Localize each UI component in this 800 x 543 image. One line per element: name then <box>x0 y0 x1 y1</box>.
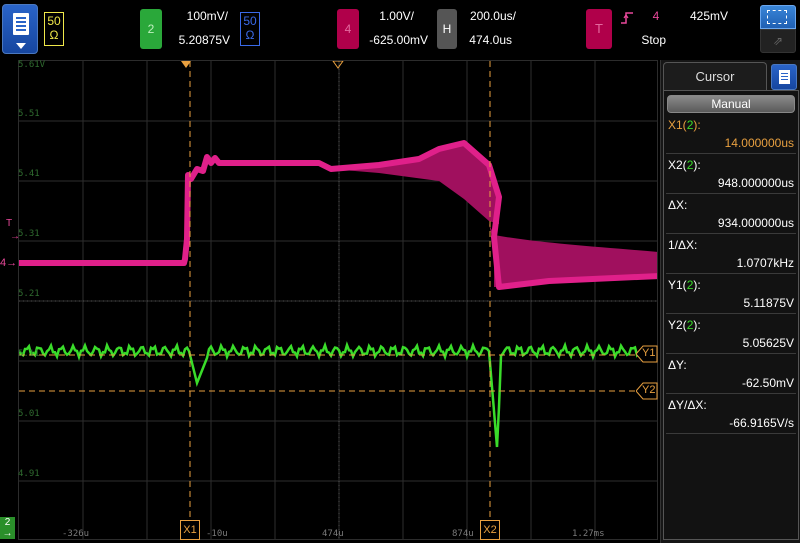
draw-gesture-icon[interactable]: ⇗ <box>760 29 796 53</box>
scale-label: 5.21 <box>18 289 40 299</box>
x1-value[interactable]: 14.000000us <box>725 135 794 151</box>
cursor-y1-tag[interactable]: Y1 <box>635 345 658 368</box>
scale-label: 5.61V <box>18 60 46 70</box>
time-label: 474u <box>322 529 344 539</box>
ch2-offset[interactable]: 5.20875V <box>164 30 230 50</box>
ch2-ground-arrow: → <box>2 528 13 539</box>
x2-label: X2(2): <box>668 158 701 172</box>
trigger-button[interactable]: T <box>586 9 612 49</box>
waveform-display[interactable] <box>18 60 658 540</box>
scale-label: 5.41 <box>18 169 40 179</box>
ch2-ground-label: 2 <box>4 517 11 528</box>
y2-label: Y2(2): <box>668 318 701 332</box>
cursor-y1-tag-label: Y1 <box>642 347 656 359</box>
cursor-side-panel: Cursor Manual X1(2): 14.000000us X2(2): … <box>660 60 800 543</box>
rising-edge-icon <box>621 12 633 24</box>
ch3-impedance-value: 50 <box>243 14 257 28</box>
dy-value: -62.50mV <box>741 376 794 390</box>
dydx-label: ΔY/ΔX: <box>668 398 707 412</box>
dx-value: 934.000000us <box>717 216 794 230</box>
horizontal-label: H <box>442 22 452 36</box>
y2-value[interactable]: 5.05625V <box>743 335 794 351</box>
main-menu-button[interactable] <box>2 4 38 54</box>
inv-dx-value: 1.0707kHz <box>736 256 794 270</box>
y1-value[interactable]: 5.11875V <box>744 295 795 311</box>
panel-menu-icon[interactable] <box>771 64 797 90</box>
ch4-number: 4 <box>344 22 352 36</box>
ch3-impedance[interactable]: 50 Ω <box>240 12 260 46</box>
top-bar: 50 Ω 2 100mV/ 5.20875V 50 Ω 4 1.00V/ -62… <box>0 0 800 60</box>
ch2-volts-div[interactable]: 100mV/ <box>164 6 228 26</box>
ch1-impedance[interactable]: 50 Ω <box>44 12 64 46</box>
ch1-impedance-value: 50 <box>47 14 61 28</box>
trigger-source[interactable]: 4 <box>648 6 664 26</box>
zoom-box-icon[interactable] <box>760 5 796 29</box>
horizontal-button[interactable]: H <box>437 9 457 49</box>
inv-dx-label: 1/ΔX: <box>668 238 698 252</box>
scale-label: 4.91 <box>18 469 40 479</box>
ch4-offset[interactable]: -625.00mV <box>362 30 428 50</box>
scale-label: 5.51 <box>18 109 40 119</box>
trigger-label: T <box>595 21 603 36</box>
ch3-impedance-unit: Ω <box>245 28 255 42</box>
ch2-trace <box>19 341 640 448</box>
cursor-mode-button[interactable]: Manual <box>667 95 795 113</box>
ch4-ground-label: 4 <box>0 257 7 269</box>
trigger-level-marker: T <box>6 218 13 229</box>
scale-label: 5.01 <box>18 409 40 419</box>
ch2-ground-marker: 2 → <box>0 517 15 539</box>
cursor-y2-tag-label: Y2 <box>642 384 656 396</box>
y1-label: Y1(2): <box>668 278 701 292</box>
cursor-x1-tag[interactable]: X1 <box>180 520 200 540</box>
trigger-level-arrow: → <box>10 231 20 242</box>
menu-icon <box>13 13 29 35</box>
dx-label: ΔX: <box>668 198 688 212</box>
cursor-tab[interactable]: Cursor <box>663 62 767 90</box>
x1-label: X1(2): <box>668 118 701 132</box>
time-label: -10u <box>206 529 228 539</box>
scale-label: 5.11 <box>18 349 40 359</box>
dy-label: ΔY: <box>668 358 687 372</box>
cursor-panel-body: Manual X1(2): 14.000000us X2(2): 948.000… <box>663 90 799 540</box>
ch4-button[interactable]: 4 <box>337 9 359 49</box>
ch2-number: 2 <box>147 22 155 36</box>
cursor-x2-tag[interactable]: X2 <box>480 520 500 540</box>
horizontal-ref-marker <box>332 61 344 69</box>
waveform-canvas <box>19 61 657 539</box>
time-label: 874u <box>452 529 474 539</box>
dydx-value: -66.9165V/s <box>729 416 794 430</box>
x2-value[interactable]: 948.000000us <box>718 175 794 191</box>
ch4-ground-marker: 4→ <box>0 257 18 269</box>
horizontal-position[interactable]: 474.0us <box>460 30 512 50</box>
ch2-button[interactable]: 2 <box>140 9 162 49</box>
time-label: 1.27ms <box>572 529 605 539</box>
trigger-level[interactable]: 425mV <box>680 6 728 26</box>
touch-zoom-toggle[interactable]: ⇗ <box>760 5 796 53</box>
time-per-div[interactable]: 200.0us/ <box>460 6 516 26</box>
cursor-y2-tag[interactable]: Y2 <box>635 382 658 405</box>
scale-label: 5.31 <box>18 229 40 239</box>
ch4-volts-div[interactable]: 1.00V/ <box>362 6 414 26</box>
chevron-down-icon <box>16 43 26 49</box>
ch1-impedance-unit: Ω <box>49 28 59 42</box>
time-label: -326u <box>62 529 90 539</box>
acquisition-status: Stop <box>641 33 666 47</box>
